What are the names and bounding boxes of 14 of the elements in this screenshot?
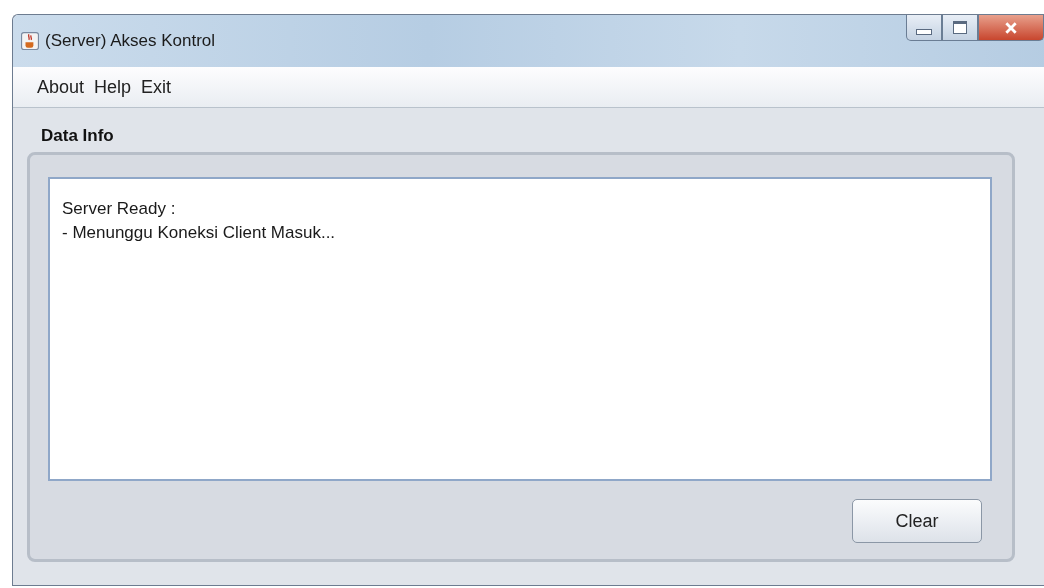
maximize-button[interactable]: [942, 15, 978, 41]
menu-item[interactable]: Exit: [141, 76, 172, 98]
clear-button[interactable]: Clear: [852, 499, 982, 543]
menu-item[interactable]: About: [37, 76, 85, 98]
close-button[interactable]: [978, 15, 1044, 41]
log-text-area[interactable]: Server Ready : - Menunggu Koneksi Client Masuk...: [48, 177, 992, 481]
close-icon: [1004, 21, 1018, 34]
log-line: - Menunggu Koneksi Client Masuk...: [62, 222, 337, 244]
coffee-cup-icon: [21, 32, 39, 50]
menu-item[interactable]: Help: [94, 76, 132, 98]
minimize-button[interactable]: [906, 15, 942, 41]
window-title: (Server) Akses Kontrol: [45, 31, 216, 51]
log-line: Server Ready :: [62, 198, 177, 220]
panel-title: Data Info: [41, 126, 115, 146]
